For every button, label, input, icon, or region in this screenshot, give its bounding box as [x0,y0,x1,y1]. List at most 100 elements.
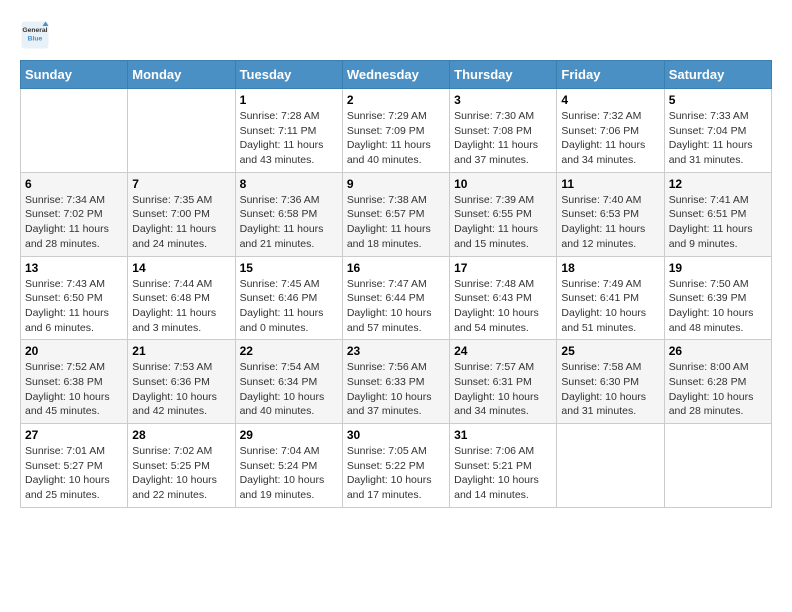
col-header-saturday: Saturday [664,61,771,89]
day-info: Sunrise: 7:45 AM Sunset: 6:46 PM Dayligh… [240,277,338,336]
day-info: Sunrise: 7:47 AM Sunset: 6:44 PM Dayligh… [347,277,445,336]
day-info: Sunrise: 7:49 AM Sunset: 6:41 PM Dayligh… [561,277,659,336]
day-info: Sunrise: 7:39 AM Sunset: 6:55 PM Dayligh… [454,193,552,252]
calendar-week-1: 1 Sunrise: 7:28 AM Sunset: 7:11 PM Daylig… [21,89,772,173]
calendar-cell: 5Sunrise: 7:33 AM Sunset: 7:04 PM Daylig… [664,89,771,173]
day-number: 13 [25,261,123,275]
col-header-thursday: Thursday [450,61,557,89]
calendar-cell: 22 Sunrise: 7:54 AM Sunset: 6:34 PM Dayli… [235,340,342,424]
day-info: Sunrise: 7:36 AM Sunset: 6:58 PM Dayligh… [240,193,338,252]
calendar-cell: 2Sunrise: 7:29 AM Sunset: 7:09 PM Daylig… [342,89,449,173]
calendar-cell: 14Sunrise: 7:44 AM Sunset: 6:48 PM Dayli… [128,256,235,340]
day-number: 10 [454,177,552,191]
day-info: Sunrise: 7:54 AM Sunset: 6:34 PM Dayligh… [240,360,338,419]
calendar-cell: 29Sunrise: 7:04 AM Sunset: 5:24 PM Dayli… [235,424,342,508]
calendar-cell: 31 Sunrise: 7:06 AM Sunset: 5:21 PM Dayli… [450,424,557,508]
calendar-cell: 6Sunrise: 7:34 AM Sunset: 7:02 PM Daylig… [21,172,128,256]
day-number: 1 [240,93,338,107]
day-number: 25 [561,344,659,358]
day-number: 7 [132,177,230,191]
day-number: 5 [669,93,767,107]
calendar-cell [21,89,128,173]
calendar-cell: 3 Sunrise: 7:30 AM Sunset: 7:08 PM Daylig… [450,89,557,173]
day-info: Sunrise: 7:38 AM Sunset: 6:57 PM Dayligh… [347,193,445,252]
day-info: Sunrise: 7:40 AM Sunset: 6:53 PM Dayligh… [561,193,659,252]
calendar-cell: 24Sunrise: 7:57 AM Sunset: 6:31 PM Dayli… [450,340,557,424]
calendar-cell: 30 Sunrise: 7:05 AM Sunset: 5:22 PM Dayli… [342,424,449,508]
svg-text:Blue: Blue [28,35,43,42]
day-info: Sunrise: 7:01 AM Sunset: 5:27 PM Dayligh… [25,444,123,503]
day-info: Sunrise: 7:57 AM Sunset: 6:31 PM Dayligh… [454,360,552,419]
day-number: 20 [25,344,123,358]
calendar-cell: 7 Sunrise: 7:35 AM Sunset: 7:00 PM Daylig… [128,172,235,256]
calendar-cell: 16Sunrise: 7:47 AM Sunset: 6:44 PM Dayli… [342,256,449,340]
calendar-cell: 18Sunrise: 7:49 AM Sunset: 6:41 PM Dayli… [557,256,664,340]
day-number: 17 [454,261,552,275]
calendar-cell: 19 Sunrise: 7:50 AM Sunset: 6:39 PM Dayli… [664,256,771,340]
calendar-cell: 26 Sunrise: 8:00 AM Sunset: 6:28 PM Dayli… [664,340,771,424]
day-info: Sunrise: 7:53 AM Sunset: 6:36 PM Dayligh… [132,360,230,419]
calendar-cell: 15 Sunrise: 7:45 AM Sunset: 6:46 PM Dayli… [235,256,342,340]
day-number: 3 [454,93,552,107]
day-number: 27 [25,428,123,442]
day-number: 28 [132,428,230,442]
svg-text:General: General [22,27,47,34]
day-info: Sunrise: 7:56 AM Sunset: 6:33 PM Dayligh… [347,360,445,419]
day-number: 15 [240,261,338,275]
day-number: 23 [347,344,445,358]
day-number: 8 [240,177,338,191]
calendar-cell: 1 Sunrise: 7:28 AM Sunset: 7:11 PM Daylig… [235,89,342,173]
day-number: 21 [132,344,230,358]
calendar-cell: 27 Sunrise: 7:01 AM Sunset: 5:27 PM Dayli… [21,424,128,508]
calendar-cell: 25Sunrise: 7:58 AM Sunset: 6:30 PM Dayli… [557,340,664,424]
day-number: 29 [240,428,338,442]
day-number: 4 [561,93,659,107]
day-number: 26 [669,344,767,358]
day-number: 9 [347,177,445,191]
page-header: General Blue [20,20,772,50]
col-header-tuesday: Tuesday [235,61,342,89]
day-number: 11 [561,177,659,191]
calendar-cell [664,424,771,508]
calendar-cell: 13 Sunrise: 7:43 AM Sunset: 6:50 PM Dayli… [21,256,128,340]
day-info: Sunrise: 7:41 AM Sunset: 6:51 PM Dayligh… [669,193,767,252]
day-info: Sunrise: 7:06 AM Sunset: 5:21 PM Dayligh… [454,444,552,503]
calendar-cell: 20 Sunrise: 7:52 AM Sunset: 6:38 PM Dayli… [21,340,128,424]
logo: General Blue [20,20,54,50]
day-info: Sunrise: 7:02 AM Sunset: 5:25 PM Dayligh… [132,444,230,503]
day-number: 12 [669,177,767,191]
day-info: Sunrise: 7:30 AM Sunset: 7:08 PM Dayligh… [454,109,552,168]
calendar-cell: 10 Sunrise: 7:39 AM Sunset: 6:55 PM Dayli… [450,172,557,256]
day-number: 22 [240,344,338,358]
day-info: Sunrise: 7:52 AM Sunset: 6:38 PM Dayligh… [25,360,123,419]
day-info: Sunrise: 7:43 AM Sunset: 6:50 PM Dayligh… [25,277,123,336]
col-header-sunday: Sunday [21,61,128,89]
calendar-cell: 17 Sunrise: 7:48 AM Sunset: 6:43 PM Dayli… [450,256,557,340]
calendar-cell [557,424,664,508]
day-number: 19 [669,261,767,275]
col-header-wednesday: Wednesday [342,61,449,89]
calendar-week-2: 6Sunrise: 7:34 AM Sunset: 7:02 PM Daylig… [21,172,772,256]
calendar-week-3: 13 Sunrise: 7:43 AM Sunset: 6:50 PM Dayli… [21,256,772,340]
calendar-cell: 12 Sunrise: 7:41 AM Sunset: 6:51 PM Dayli… [664,172,771,256]
day-info: Sunrise: 7:48 AM Sunset: 6:43 PM Dayligh… [454,277,552,336]
day-info: Sunrise: 7:28 AM Sunset: 7:11 PM Dayligh… [240,109,338,168]
day-info: Sunrise: 7:50 AM Sunset: 6:39 PM Dayligh… [669,277,767,336]
day-number: 30 [347,428,445,442]
calendar-cell: 8 Sunrise: 7:36 AM Sunset: 6:58 PM Daylig… [235,172,342,256]
day-info: Sunrise: 8:00 AM Sunset: 6:28 PM Dayligh… [669,360,767,419]
col-header-monday: Monday [128,61,235,89]
day-info: Sunrise: 7:35 AM Sunset: 7:00 PM Dayligh… [132,193,230,252]
calendar-cell: 9 Sunrise: 7:38 AM Sunset: 6:57 PM Daylig… [342,172,449,256]
day-number: 31 [454,428,552,442]
day-info: Sunrise: 7:44 AM Sunset: 6:48 PM Dayligh… [132,277,230,336]
calendar-cell: 11 Sunrise: 7:40 AM Sunset: 6:53 PM Dayli… [557,172,664,256]
calendar-week-4: 20 Sunrise: 7:52 AM Sunset: 6:38 PM Dayli… [21,340,772,424]
day-info: Sunrise: 7:32 AM Sunset: 7:06 PM Dayligh… [561,109,659,168]
calendar-cell [128,89,235,173]
calendar-week-5: 27 Sunrise: 7:01 AM Sunset: 5:27 PM Dayli… [21,424,772,508]
calendar-cell: 23 Sunrise: 7:56 AM Sunset: 6:33 PM Dayli… [342,340,449,424]
day-info: Sunrise: 7:34 AM Sunset: 7:02 PM Dayligh… [25,193,123,252]
day-info: Sunrise: 7:05 AM Sunset: 5:22 PM Dayligh… [347,444,445,503]
col-header-friday: Friday [557,61,664,89]
